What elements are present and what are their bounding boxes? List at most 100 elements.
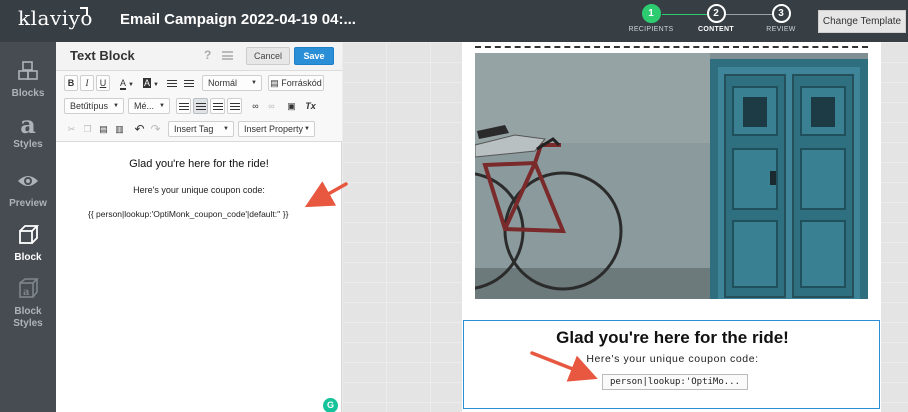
block-divider [475,46,868,48]
paste-button[interactable]: ▤ [96,121,111,137]
align-right-button[interactable] [210,98,225,114]
insert-tag-label: Insert Tag [174,124,214,134]
undo-icon: ↶ [134,122,145,136]
align-left-icon [178,106,189,108]
insert-property-select[interactable]: Insert Property ▼ [238,121,315,137]
align-center-icon [195,106,206,108]
source-icon: ▤ [270,78,282,88]
bulleted-list-button[interactable] [181,75,196,91]
text-block-editor: Text Block ? Cancel Save B I U A ▼ A ▼ Nor… [56,42,342,412]
link-icon: ∞ [252,101,259,111]
preview-coupon-code: person|lookup:'OptiMo... [602,374,748,390]
editor-content-area[interactable]: Glad you're here for the ride! Here's yo… [56,142,342,412]
campaign-title[interactable]: Email Campaign 2022-04-19 04:... [120,11,356,28]
editor-heading-text[interactable]: Glad you're here for the ride! [56,158,342,170]
email-body: Glad you're here for the ride! Here's yo… [462,42,881,412]
align-center-button[interactable] [193,98,208,114]
cube-icon [19,225,40,244]
sidebar-item-blocks[interactable]: Blocks [0,60,56,99]
numbered-list-button[interactable] [164,75,179,91]
block-styles-icon: a [19,278,39,298]
bold-button[interactable]: B [64,75,78,91]
editor-subheading-text[interactable]: Here's your unique coupon code: [56,185,342,195]
step-label: REVIEW [766,26,796,33]
styles-icon: a [20,110,36,139]
font-select[interactable]: Betűtípus ▼ [64,98,124,114]
step-label: RECIPIENTS [628,26,674,33]
redo-button[interactable]: ↷ [148,121,163,137]
align-left-button[interactable] [176,98,191,114]
copy-button[interactable]: ❐ [80,121,95,137]
undo-button[interactable]: ↶ [132,121,147,137]
blocks-icon [18,61,38,80]
step-review[interactable]: 3 REVIEW [751,4,811,33]
progress-steps: 1 RECIPIENTS 2 CONTENT 3 REVIEW [625,4,805,40]
clear-format-button[interactable]: Tx [302,98,319,114]
justify-icon [229,106,240,108]
editor-coupon-code-text[interactable]: {{ person|lookup:'OptiMonk_coupon_code'|… [88,209,288,219]
source-button[interactable]: ▤ Forráskód [268,75,324,91]
sidebar-item-label: Preview [9,198,47,209]
step-number: 3 [771,4,791,23]
svg-text:a: a [23,287,30,298]
justify-button[interactable] [227,98,242,114]
italic-button[interactable]: I [80,75,94,91]
align-right-icon [212,106,223,108]
bg-color-button[interactable]: A ▼ [140,75,162,91]
format-select-value: Normál [208,78,238,88]
preview-heading-text: Glad you're here for the ride! [556,328,789,347]
source-label: Forráskód [281,78,322,88]
scissors-icon: ✂ [67,124,76,134]
email-canvas: Glad you're here for the ride! Here's yo… [342,42,908,412]
step-recipients[interactable]: 1 RECIPIENTS [621,4,681,33]
change-template-button[interactable]: Change Template [818,10,906,33]
unlink-button[interactable]: ∞ [264,98,279,114]
step-number: 2 [706,4,726,23]
sidebar-item-label: Styles [13,139,43,150]
underline-button[interactable]: U [96,75,110,91]
bulleted-list-icon [183,83,194,85]
link-button[interactable]: ∞ [248,98,263,114]
insert-property-label: Insert Property [244,124,304,134]
sidebar-item-block[interactable]: Block [0,224,56,263]
paste-text-button[interactable]: ▥ [112,121,127,137]
size-select[interactable]: Mé... ▼ [128,98,170,114]
selected-text-block[interactable]: Glad you're here for the ride! Here's yo… [463,320,880,409]
sidebar-item-block-styles[interactable]: a Block Styles [0,278,56,330]
preview-subheading-text: Here's your unique coupon code: [586,353,759,365]
logo-flag-icon [80,7,88,16]
text-color-button[interactable]: A ▼ [116,75,138,91]
top-bar: klaviyo Email Campaign 2022-04-19 04:...… [0,0,908,42]
step-number: 1 [641,4,661,23]
size-select-value: Mé... [134,101,155,111]
image-button[interactable]: ▣ [284,98,299,114]
menu-icon[interactable] [222,51,233,60]
rich-text-toolbar: B I U A ▼ A ▼ Normál ▼ ▤ Forráskód Betűtípu… [56,71,342,142]
format-select[interactable]: Normál ▼ [202,75,262,91]
numbered-list-icon [166,83,177,85]
bicycle-door-image[interactable] [475,53,868,299]
sidebar-item-label: Block [14,252,42,263]
cancel-button[interactable]: Cancel [246,47,290,65]
sidebar-item-preview[interactable]: Preview [0,170,56,209]
paste-text-icon: ▥ [115,124,124,134]
unlink-icon: ∞ [268,101,275,111]
redo-icon: ↷ [150,122,161,136]
help-icon[interactable]: ? [204,48,211,62]
step-label: CONTENT [698,26,734,33]
font-select-value: Betűtípus [70,101,109,111]
text-color-icon: A [120,78,127,90]
sidebar-item-label: Block Styles [13,306,43,329]
sidebar-item-styles[interactable]: a Styles [0,110,56,151]
grammarly-icon[interactable]: G [323,398,338,412]
cut-button[interactable]: ✂ [64,121,79,137]
step-content[interactable]: 2 CONTENT [686,4,746,33]
paste-icon: ▤ [99,124,108,134]
sidebar: Blocks a Styles Preview Block a Block St… [0,42,56,412]
save-button[interactable]: Save [294,47,334,65]
eye-icon [18,176,38,186]
image-icon: ▣ [287,101,296,111]
editor-title: Text Block [70,48,135,63]
bg-color-icon: A [143,78,152,88]
insert-tag-select[interactable]: Insert Tag ▼ [168,121,234,137]
